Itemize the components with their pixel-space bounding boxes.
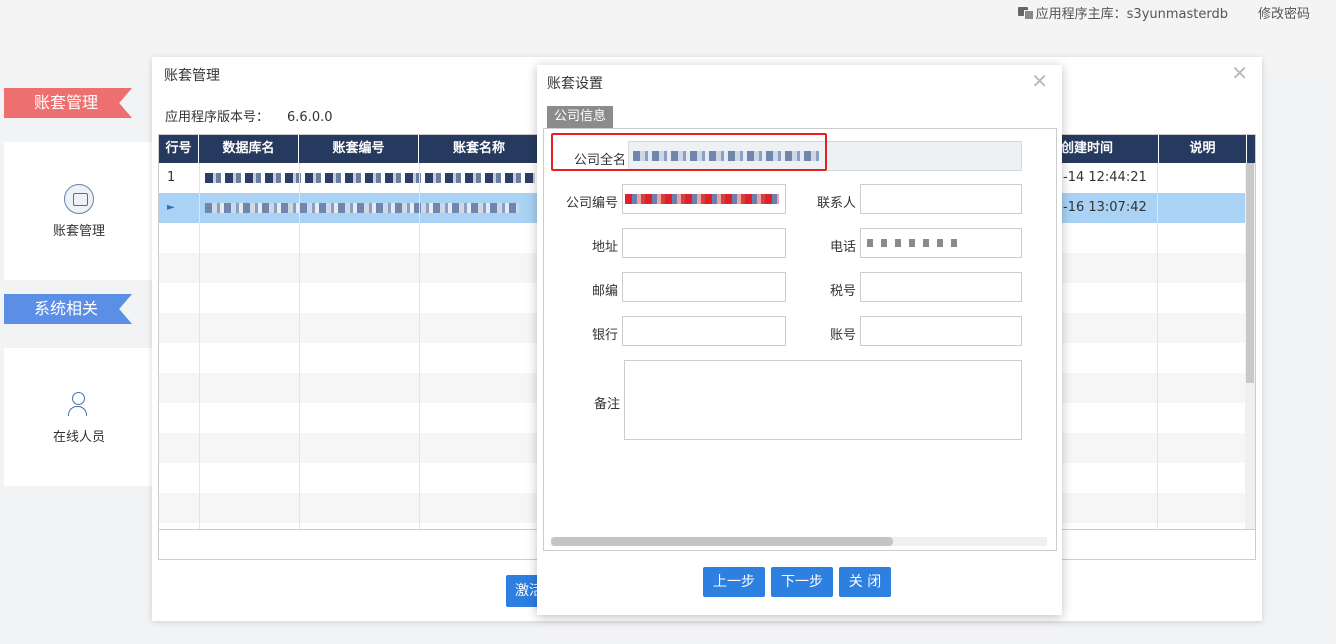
column-header-index[interactable]: 行号 — [159, 135, 199, 163]
nav-item-account-management[interactable]: 账套管理 — [4, 142, 154, 280]
phone-field[interactable] — [860, 228, 1022, 258]
redacted-content — [867, 239, 957, 247]
column-divider — [1157, 163, 1158, 559]
address-field[interactable] — [622, 228, 786, 258]
close-button[interactable]: 关 闭 — [839, 567, 891, 597]
annotation-highlight-box — [551, 133, 827, 171]
remark-field[interactable] — [624, 360, 1022, 440]
row-index: 1 — [167, 170, 176, 185]
phone-label: 电话 — [829, 240, 856, 255]
column-header-created[interactable]: 创建时间 — [1059, 135, 1159, 163]
nav-item-label: 账套管理 — [52, 224, 105, 239]
remark-label: 备注 — [593, 397, 620, 412]
bank-field[interactable] — [622, 316, 786, 346]
column-divider — [199, 163, 200, 559]
column-header-remark[interactable]: 说明 — [1159, 135, 1247, 163]
close-icon[interactable]: ✕ — [1231, 61, 1248, 85]
redacted-content — [625, 194, 779, 204]
horizontal-scrollbar[interactable] — [551, 537, 1047, 546]
database-label: 应用程序主库：s3yunmasterdb — [1035, 7, 1228, 22]
scrollbar-thumb[interactable] — [551, 537, 893, 546]
redacted-content — [205, 202, 519, 213]
close-icon[interactable]: ✕ — [1031, 69, 1048, 93]
scrollbar-thumb[interactable] — [1246, 163, 1254, 383]
change-password-link[interactable]: 修改密码 — [1258, 3, 1310, 22]
contact-field[interactable] — [860, 184, 1022, 214]
redacted-content — [205, 172, 535, 183]
user-icon — [64, 390, 94, 420]
prev-step-button[interactable]: 上一步 — [703, 567, 765, 597]
database-icon — [1017, 7, 1034, 20]
folder-icon — [64, 184, 94, 214]
nav-item-label: 在线人员 — [52, 430, 105, 445]
version-value: 6.6.0.0 — [287, 110, 333, 125]
postcode-field[interactable] — [622, 272, 786, 302]
column-header-account-name[interactable]: 账套名称 — [419, 135, 539, 163]
address-label: 地址 — [591, 240, 618, 255]
row-created: -16 13:07:42 — [1063, 200, 1147, 215]
column-header-account-code[interactable]: 账套编号 — [299, 135, 419, 163]
version-info: 应用程序版本号： 6.6.0.0 — [165, 106, 333, 125]
account-field[interactable] — [860, 316, 1022, 346]
company-info-panel: 公司全名 公司编号 联系人 地址 电话 邮编 税号 银行 账号 备注 — [543, 128, 1057, 551]
dialog-title: 账套设置 — [547, 76, 603, 92]
postcode-label: 邮编 — [591, 284, 618, 299]
account-label: 账号 — [829, 328, 856, 343]
bank-label: 银行 — [591, 328, 618, 343]
version-label: 应用程序版本号： — [165, 110, 270, 125]
nav-item-online-users[interactable]: 在线人员 — [4, 348, 154, 486]
window-title: 账套管理 — [164, 68, 220, 84]
account-settings-dialog: 账套设置 ✕ 公司信息 公司全名 公司编号 联系人 地址 电话 邮编 税号 银行… — [537, 65, 1062, 615]
row-pointer: ► — [167, 202, 175, 213]
nav-section-system: 系统相关 — [4, 294, 132, 324]
next-step-button[interactable]: 下一步 — [771, 567, 833, 597]
column-divider — [299, 163, 300, 559]
contact-label: 联系人 — [816, 196, 856, 211]
tax-no-label: 税号 — [829, 284, 856, 299]
company-code-field[interactable] — [622, 184, 786, 214]
tab-company-info[interactable]: 公司信息 — [547, 106, 614, 128]
database-indicator: 应用程序主库：s3yunmasterdb — [1017, 3, 1228, 22]
tax-no-field[interactable] — [860, 272, 1022, 302]
row-created: -14 12:44:21 — [1063, 170, 1147, 185]
nav-section-account-management: 账套管理 — [4, 88, 132, 118]
column-header-db-name[interactable]: 数据库名 — [199, 135, 299, 163]
company-code-label: 公司编号 — [565, 196, 618, 211]
vertical-scrollbar[interactable] — [1245, 163, 1255, 559]
column-divider — [419, 163, 420, 559]
